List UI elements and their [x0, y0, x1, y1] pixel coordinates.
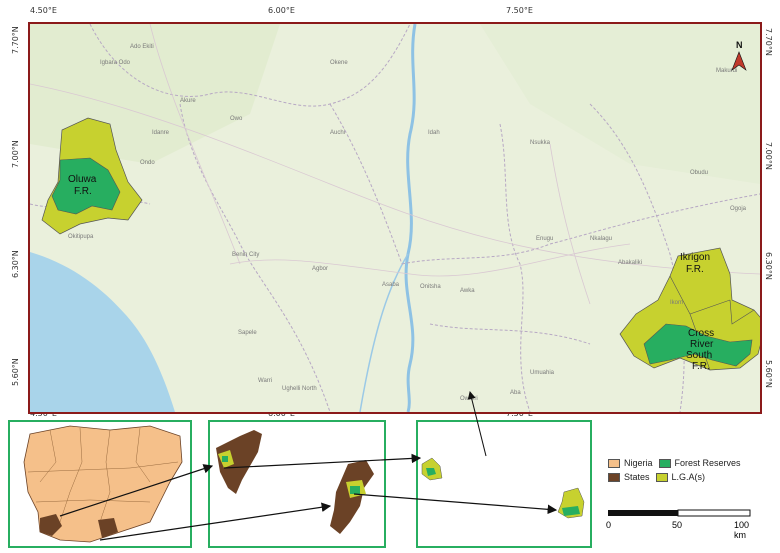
scale-tick-0: 0 — [606, 520, 612, 530]
legend-swatch-lga — [655, 472, 668, 482]
legend-swatch-nigeria — [608, 458, 620, 468]
scale-tick-100: 100 km — [734, 520, 750, 540]
arrow-state-to-cross-river — [353, 493, 558, 515]
legend-item-nigeria: Nigeria — [608, 458, 653, 468]
arrow-nigeria-to-state-east — [99, 502, 332, 541]
legend-label-lga: L.G.A(s) — [671, 472, 706, 482]
arrow-nigeria-to-state-west — [59, 464, 214, 517]
legend-label-forest: Forest Reserves — [674, 458, 741, 468]
legend: Nigeria Forest Reserves States L.G.A(s) — [608, 456, 773, 484]
scale-segment-1 — [608, 510, 678, 516]
legend-swatch-forest — [658, 458, 671, 468]
legend-swatch-states — [608, 472, 620, 482]
scale-tick-50: 50 — [672, 520, 683, 530]
arrow-state-to-oluwa — [223, 453, 422, 469]
scale-segment-2 — [677, 509, 751, 517]
legend-item-states: States — [608, 472, 650, 482]
arrow-inset-to-main — [467, 391, 487, 457]
legend-row-1: Nigeria Forest Reserves — [608, 456, 773, 470]
legend-item-forest: Forest Reserves — [658, 458, 741, 468]
legend-item-lga: L.G.A(s) — [655, 472, 706, 482]
scale-bar: 0 50 100 km — [606, 508, 756, 540]
legend-label-nigeria: Nigeria — [624, 458, 653, 468]
legend-label-states: States — [624, 472, 650, 482]
legend-row-2: States L.G.A(s) — [608, 470, 773, 484]
